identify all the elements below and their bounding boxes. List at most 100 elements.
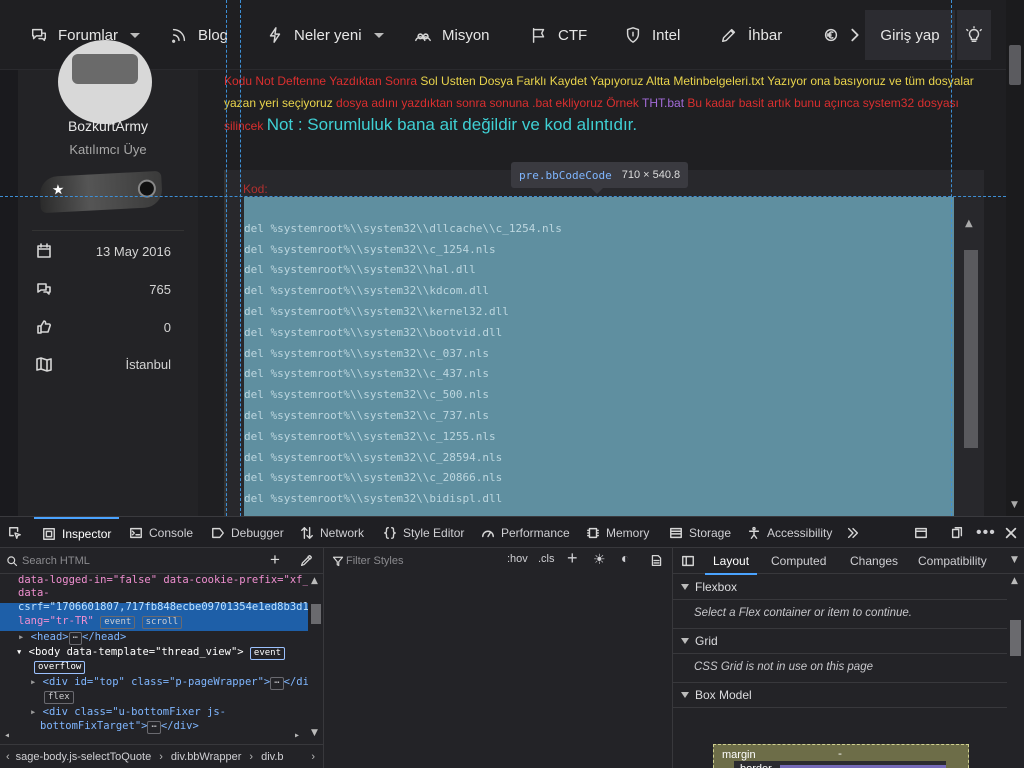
avatar[interactable] (58, 40, 152, 124)
tree-line[interactable]: csrf="1706601807,717fb848ecbe09701354e1e… (18, 601, 308, 613)
tree-line[interactable]: data-logged-in="false" data-cookie-prefi… (18, 574, 308, 586)
scrollbar-thumb[interactable] (964, 250, 978, 448)
tab-style-editor[interactable]: Style Editor (383, 517, 464, 548)
tree-line[interactable]: overflow (34, 660, 86, 674)
scroll-left-icon[interactable]: ◂ (4, 730, 10, 741)
tab-changes[interactable]: Changes (850, 554, 898, 568)
chevron-left-icon[interactable]: ‹ (6, 751, 10, 763)
scrollbar-thumb[interactable] (311, 604, 321, 624)
tree-line-head[interactable]: ▸ <head> ⋯ </head> (18, 631, 126, 645)
tab-performance[interactable]: Performance (481, 517, 570, 548)
tree-scrollbar[interactable]: ▲ ▼ (308, 574, 323, 744)
nav-item-ctf[interactable]: CTF (530, 0, 587, 70)
dark-mode-icon[interactable]: ◐ (621, 550, 629, 566)
light-mode-icon[interactable]: ☀ (593, 551, 606, 568)
chevron-up-icon[interactable]: ▲ (965, 218, 973, 229)
ellipsis-badge[interactable]: ⋯ (147, 721, 161, 734)
tree-line[interactable]: data- (18, 587, 50, 599)
tab-debugger[interactable]: Debugger (211, 517, 284, 548)
section-flexbox[interactable]: Flexbox (673, 574, 1007, 600)
network-icon (301, 526, 313, 539)
code-scrollbar[interactable]: ▲ (962, 210, 978, 510)
box-model-margin[interactable]: margin - border (713, 744, 969, 768)
expand-triangle-icon[interactable]: ▸ (18, 631, 31, 643)
nav-item-blog[interactable]: Blog (170, 0, 228, 70)
breadcrumb-item[interactable]: div.bbWrapper (171, 751, 242, 763)
tab-compatibility[interactable]: Compatibility (918, 554, 987, 568)
chevron-up-icon[interactable]: ▲ (311, 576, 318, 586)
chevron-up-icon[interactable]: ▲ (1011, 576, 1018, 586)
responsive-mode-button[interactable] (914, 517, 928, 548)
expand-triangle-icon[interactable]: ▾ (16, 646, 29, 658)
code-content[interactable]: del %systemroot%\\system32\\dllcache\\c_… (244, 197, 954, 516)
search-html-input[interactable] (22, 553, 262, 569)
ellipsis-badge[interactable]: ⋯ (68, 632, 83, 645)
post-body: Kodu Not Deftenne Yazdıktan Sonra Sol Us… (198, 70, 1006, 516)
element-picker-button[interactable] (8, 517, 28, 548)
scrollbar-thumb[interactable] (1009, 45, 1021, 85)
tree-line-body[interactable]: ▾ <body data-template="thread_view"> eve… (16, 646, 286, 660)
breadcrumb-item[interactable]: sage-body.js-selectToQuote (16, 751, 152, 763)
chevron-down-icon[interactable]: ▼ (311, 728, 318, 738)
tree-line-div-fixer[interactable]: ▸ <div class="u-bottomFixer js- (30, 706, 226, 718)
expand-triangle-icon[interactable]: ▸ (30, 676, 43, 688)
chevron-down-icon[interactable]: ▼ (1011, 555, 1018, 565)
event-badge[interactable]: event (100, 616, 136, 629)
scrollbar-thumb[interactable] (1010, 620, 1021, 656)
theme-toggle-button[interactable] (957, 10, 991, 60)
login-button[interactable]: Giriş yap (865, 10, 955, 60)
inspector-icon (43, 527, 55, 540)
event-badge[interactable]: event (249, 647, 286, 660)
tab-inspector[interactable]: Inspector (34, 517, 120, 548)
nav-item-misyon[interactable]: Misyon (414, 0, 490, 70)
expand-triangle-icon[interactable]: ▸ (30, 706, 43, 718)
box-model-border[interactable]: border (734, 761, 946, 768)
more-tabs-button[interactable] (846, 517, 860, 548)
section-box-model[interactable]: Box Model (673, 682, 1007, 708)
tab-console[interactable]: Console (129, 517, 193, 548)
nav-item-neler-yeni[interactable]: Neler yeni (266, 0, 384, 70)
layout-scrollbar[interactable]: ▲ (1007, 574, 1024, 768)
tree-line[interactable]: flex (44, 690, 74, 704)
add-rule-icon[interactable]: + (567, 548, 578, 569)
scroll-badge[interactable]: scroll (141, 616, 183, 629)
nav-item-partial[interactable] (822, 0, 840, 70)
filter-styles-input[interactable] (346, 553, 496, 569)
nav-item-ihbar[interactable]: İhbar (720, 0, 782, 70)
chevron-down-icon[interactable]: ▼ (1011, 500, 1018, 510)
tab-memory[interactable]: Memory (586, 517, 649, 548)
chevron-right-icon[interactable]: › (311, 751, 315, 763)
margin-value[interactable]: - (838, 747, 842, 760)
class-toggle-button[interactable]: .cls (538, 553, 555, 565)
tree-line[interactable]: lang="tr-TR" event scroll (18, 615, 183, 629)
ellipsis-badge[interactable]: ⋯ (270, 677, 284, 690)
overflow-menu-icon[interactable]: ••• (976, 517, 996, 548)
hover-state-button[interactable]: :hov (507, 553, 528, 565)
tab-accessibility[interactable]: Accessibility (747, 517, 832, 548)
tree-line[interactable]: bottomFixTarget"> ⋯ </div> (40, 720, 199, 734)
page-scrollbar[interactable]: ▼ (1006, 0, 1024, 516)
stat-value[interactable]: İstanbul (125, 357, 171, 372)
flex-badge[interactable]: flex (44, 691, 74, 704)
tab-computed[interactable]: Computed (771, 554, 826, 568)
dock-options-button[interactable] (950, 517, 964, 548)
nav-item-intel[interactable]: Intel (624, 0, 680, 70)
scroll-right-icon[interactable]: ▸ (294, 730, 300, 741)
tree-line-div-top[interactable]: ▸ <div id="top" class="p-pageWrapper"> ⋯ <… (30, 676, 308, 690)
tab-layout[interactable]: Layout (704, 554, 758, 575)
username-link[interactable]: BozkurtArmy (18, 118, 198, 134)
add-node-icon[interactable]: + (270, 550, 280, 570)
print-media-icon[interactable] (650, 554, 663, 567)
nav-scroll-right[interactable] (846, 0, 864, 70)
overflow-badge[interactable]: overflow (34, 661, 86, 674)
code-block: Kod: del %systemroot%\\system32\\dllcach… (224, 170, 984, 516)
sidebar-toggle-icon[interactable] (681, 554, 695, 568)
breadcrumb-item[interactable]: div.b (261, 751, 283, 763)
section-grid[interactable]: Grid (673, 628, 1007, 654)
tab-network[interactable]: Network (300, 517, 364, 548)
debugger-icon (212, 527, 224, 538)
tab-storage[interactable]: Storage (669, 517, 731, 548)
code-line: del %systemroot%\\system32\\bootvid.dll (244, 326, 503, 339)
close-devtools-button[interactable] (1004, 517, 1018, 548)
eyedropper-icon[interactable] (300, 554, 313, 567)
